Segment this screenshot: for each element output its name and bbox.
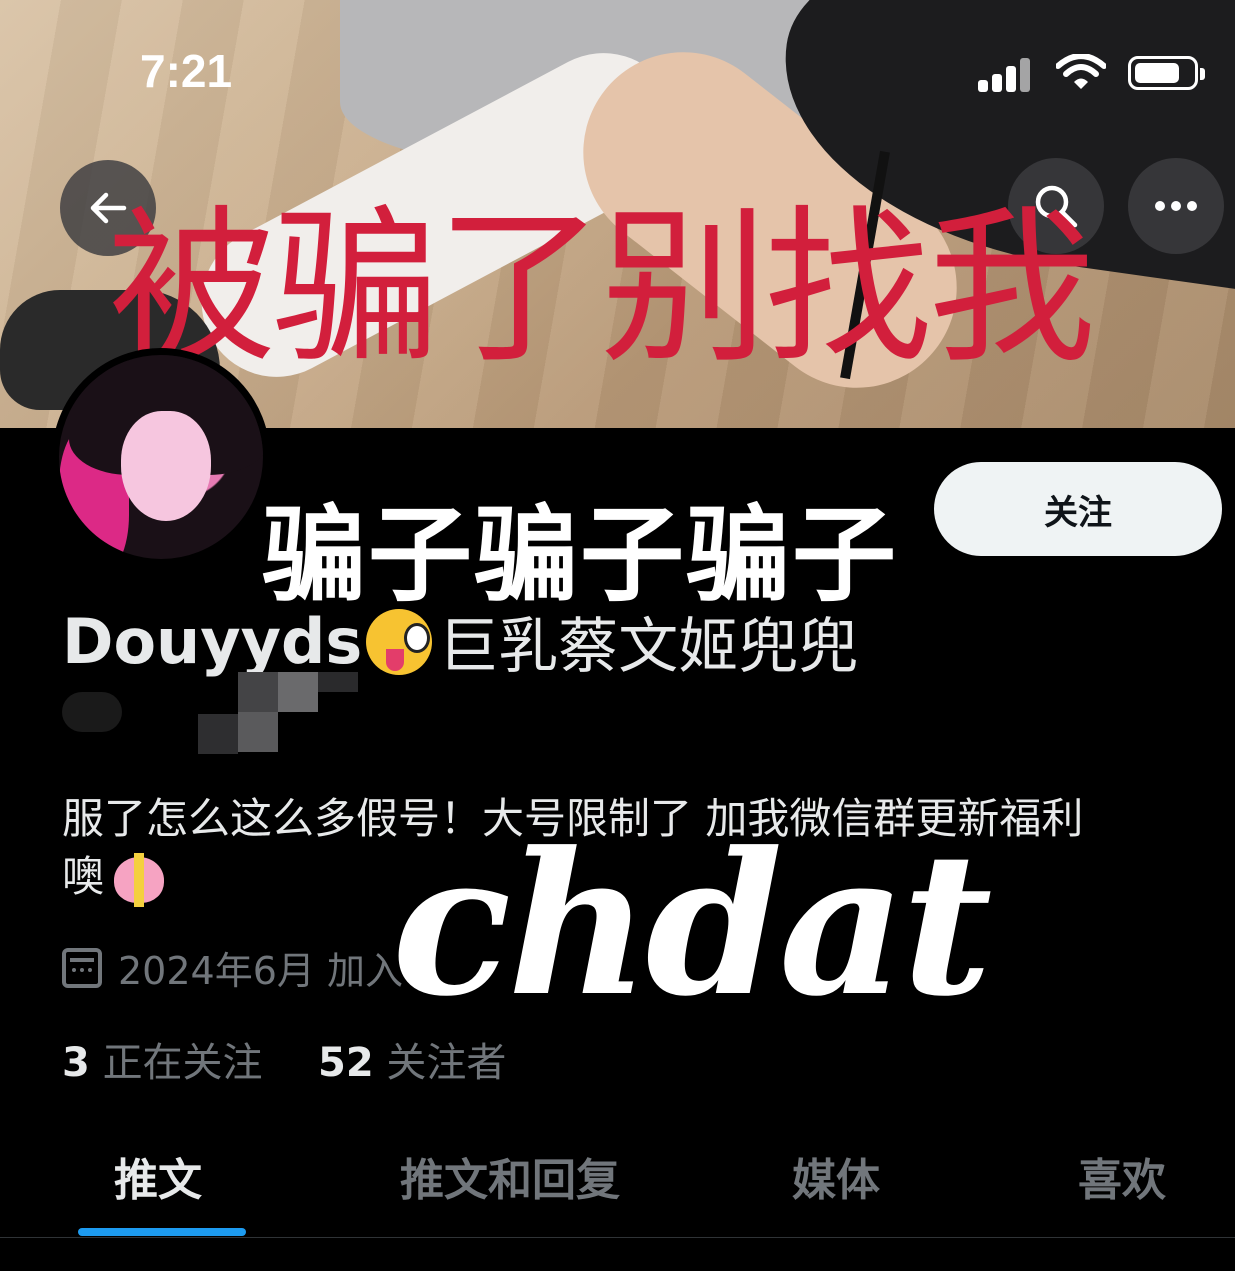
banner-overlay-text: 被骗了别找我	[108, 190, 1096, 386]
join-date: 2024年6月 加入	[62, 940, 403, 995]
follow-stats: 3 正在关注 52 关注者	[62, 1030, 506, 1088]
following-link[interactable]: 3 正在关注	[62, 1040, 263, 1086]
more-button[interactable]	[1128, 158, 1224, 254]
active-tab-indicator	[78, 1228, 246, 1236]
watermark-overlay-text: chdat	[392, 810, 992, 1040]
calendar-icon	[62, 947, 102, 988]
avatar[interactable]	[52, 348, 270, 566]
status-time: 7:21	[140, 45, 233, 97]
followers-link[interactable]: 52 关注者	[318, 1040, 506, 1086]
join-date-text: 2024年6月 加入	[118, 949, 403, 993]
cellular-signal-icon	[978, 56, 1038, 92]
display-name-latin: Douyyds	[62, 605, 363, 678]
tab-posts-and-replies[interactable]: 推文和回复	[400, 1144, 620, 1208]
tab-media[interactable]: 媒体	[792, 1144, 880, 1208]
display-name-cn: 巨乳蔡文姬兜兜	[438, 612, 859, 682]
follow-button[interactable]: 关注	[934, 462, 1222, 556]
more-horizontal-icon	[1155, 201, 1197, 211]
handle-pixelated	[62, 672, 362, 754]
winking-tongue-emoji-icon	[366, 608, 433, 675]
tab-posts[interactable]: 推文	[114, 1144, 202, 1208]
tab-likes[interactable]: 喜欢	[1078, 1144, 1166, 1208]
battery-icon	[1128, 56, 1205, 90]
profile-tabs: 推文 推文和回复 媒体 喜欢	[0, 1126, 1235, 1238]
wifi-icon	[1056, 54, 1106, 89]
gift-heart-emoji-icon	[114, 852, 165, 907]
